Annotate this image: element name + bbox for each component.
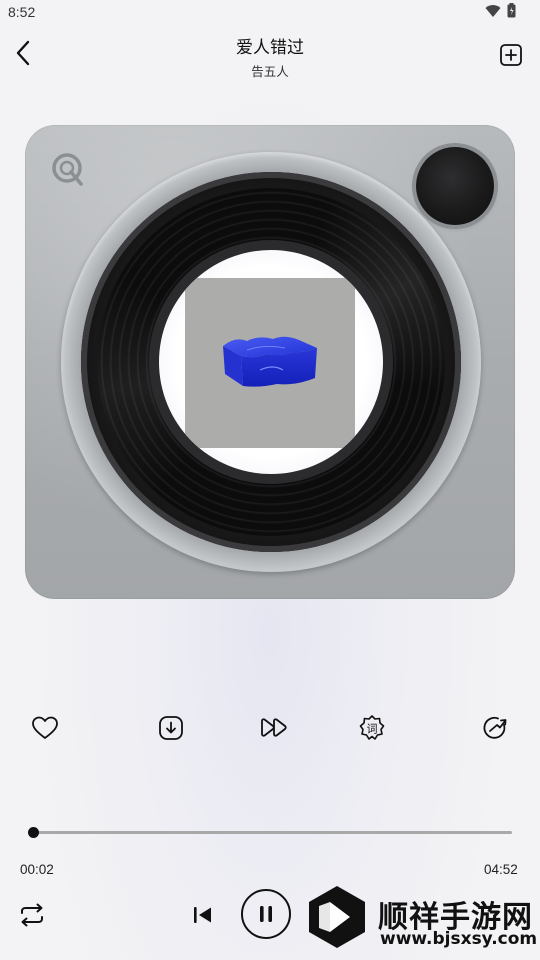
- fast-forward-icon: [261, 718, 287, 737]
- battery-icon: [507, 3, 516, 18]
- record-label: [159, 250, 383, 474]
- lyrics-glyph: 词: [367, 723, 378, 736]
- heart-icon: [32, 716, 58, 739]
- wifi-icon: [485, 4, 501, 17]
- power-knob: [416, 147, 494, 225]
- lyrics-button[interactable]: 词: [356, 712, 388, 744]
- status-time: 8:52: [8, 4, 36, 20]
- speed-button[interactable]: [258, 712, 290, 744]
- current-time: 00:02: [20, 862, 54, 877]
- like-button[interactable]: [29, 712, 61, 744]
- status-icons: [485, 3, 516, 18]
- song-title: 爱人错过: [236, 38, 304, 57]
- app-logo-icon: [52, 153, 83, 186]
- share-icon: [483, 716, 507, 739]
- repeat-button[interactable]: [17, 901, 47, 929]
- total-time: 04:52: [484, 862, 518, 877]
- pause-icon: [260, 906, 272, 922]
- album-art-image: [223, 336, 317, 387]
- download-button[interactable]: [155, 712, 187, 744]
- skip-previous-icon: [194, 907, 211, 923]
- album-cover[interactable]: [185, 278, 355, 448]
- add-to-playlist-button[interactable]: [498, 42, 524, 68]
- lyrics-icon: 词: [359, 715, 385, 740]
- progress-track[interactable]: [30, 831, 512, 834]
- repeat-icon: [21, 903, 43, 927]
- watermark-url: www.bjsxsy.com: [380, 929, 538, 949]
- watermark-logo-icon: [309, 886, 365, 948]
- download-icon: [159, 716, 183, 740]
- song-artist[interactable]: 告五人: [0, 61, 540, 80]
- player-device: [25, 125, 515, 599]
- play-pause-button[interactable]: [241, 889, 291, 939]
- previous-button[interactable]: [190, 902, 216, 928]
- share-button[interactable]: [479, 712, 511, 744]
- add-to-playlist-icon: [500, 44, 522, 66]
- progress-thumb[interactable]: [27, 827, 39, 838]
